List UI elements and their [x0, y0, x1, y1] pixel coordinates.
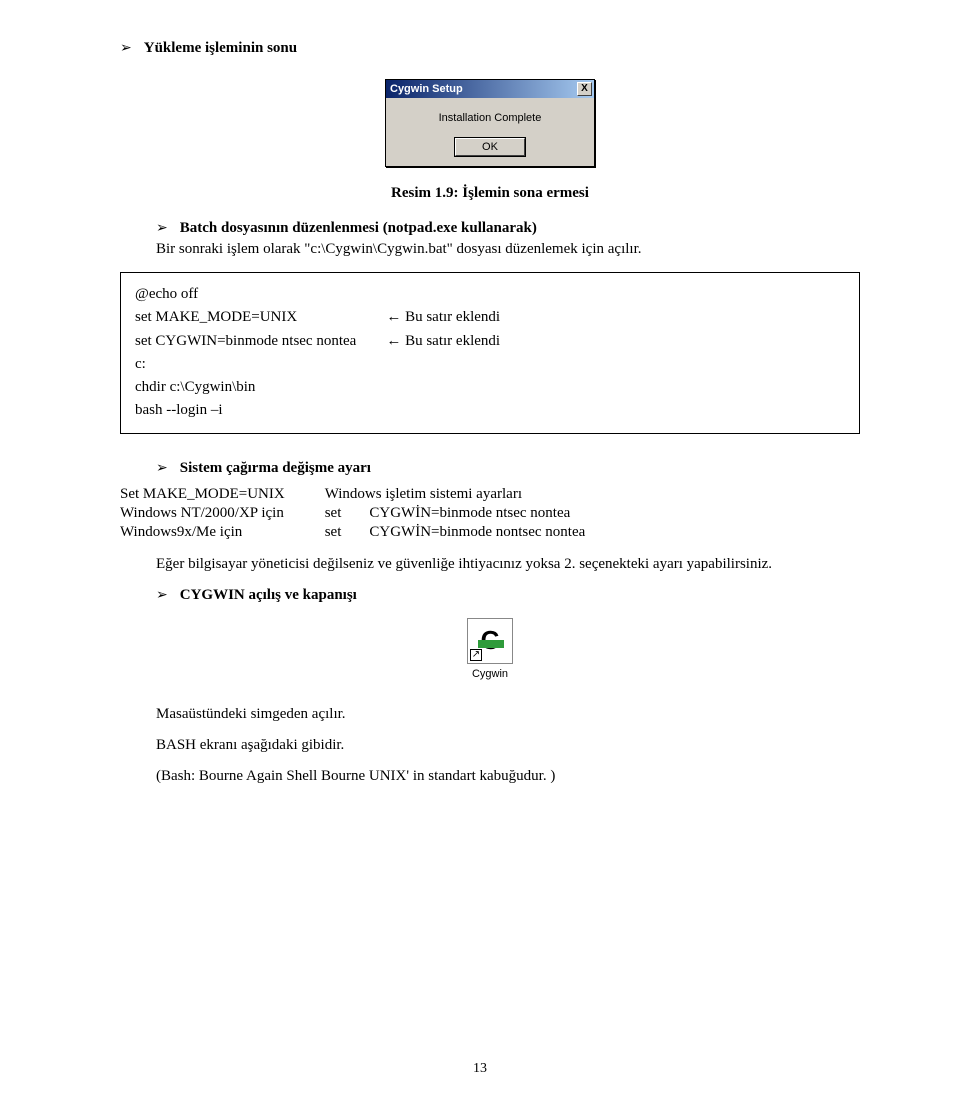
- table-row: Windows9x/Me için set CYGWİN=binmode non…: [120, 523, 593, 542]
- dialog-figure: Cygwin Setup X Installation Complete OK: [120, 79, 860, 167]
- def-set: set: [325, 523, 370, 542]
- table-row: Set MAKE_MODE=UNIX Windows işletim siste…: [120, 485, 593, 504]
- heading-batch: ➢ Batch dosyasının düzenlenmesi (notpad.…: [156, 220, 860, 237]
- desktop-line: Masaüstündeki simgeden açılır.: [156, 706, 860, 723]
- bullet-arrow-icon: ➢: [156, 587, 168, 604]
- page-number: 13: [0, 1061, 960, 1077]
- heading-open-close: ➢ CYGWIN açılış ve kapanışı: [156, 587, 860, 604]
- code-note: ← Bu satır eklendi: [386, 330, 500, 353]
- dialog-message: Installation Complete: [394, 112, 586, 124]
- table-row: Windows NT/2000/XP için set CYGWİN=binmo…: [120, 504, 593, 523]
- ok-button[interactable]: OK: [455, 138, 525, 156]
- definition-table: Set MAKE_MODE=UNIX Windows işletim siste…: [120, 485, 593, 542]
- code-line: c:: [135, 353, 386, 376]
- code-line: @echo off: [135, 283, 386, 306]
- heading-text: Yükleme işleminin sonu: [144, 40, 297, 57]
- bash-line: BASH ekranı aşağıdaki gibidir.: [156, 737, 860, 754]
- close-icon[interactable]: X: [577, 82, 592, 96]
- def-key: Windows9x/Me için: [120, 523, 325, 542]
- heading-yukleme: ➢ Yükleme işleminin sonu: [120, 40, 860, 57]
- bullet-arrow-icon: ➢: [156, 460, 168, 477]
- def-key: Set MAKE_MODE=UNIX: [120, 485, 325, 504]
- figure-caption: Resim 1.9: İşlemin sona ermesi: [120, 185, 860, 202]
- batch-paragraph: Bir sonraki işlem olarak "c:\Cygwin\Cygw…: [156, 241, 860, 258]
- def-key: Windows NT/2000/XP için: [120, 504, 325, 523]
- sistem-heading-text: Sistem çağırma değişme ayarı: [180, 460, 371, 477]
- dialog-titlebar: Cygwin Setup X: [386, 80, 594, 98]
- code-line: chdir c:\Cygwin\bin: [135, 376, 386, 399]
- icon-label: Cygwin: [462, 668, 518, 680]
- bullet-arrow-icon: ➢: [120, 40, 132, 57]
- open-close-heading-text: CYGWIN açılış ve kapanışı: [180, 587, 357, 604]
- cygwin-icon-figure: C ↗ Cygwin: [120, 618, 860, 680]
- shortcut-badge-icon: ↗: [470, 649, 482, 661]
- def-val: CYGWİN=binmode ntsec nontea: [369, 504, 593, 523]
- batch-heading-text: Batch dosyasının düzenlenmesi (notpad.ex…: [180, 220, 537, 237]
- cygwin-setup-dialog: Cygwin Setup X Installation Complete OK: [385, 79, 595, 167]
- dialog-title: Cygwin Setup: [390, 83, 463, 95]
- code-line: set MAKE_MODE=UNIX: [135, 306, 386, 329]
- code-box: @echo off set MAKE_MODE=UNIX ← Bu satır …: [120, 272, 860, 434]
- def-val: Windows işletim sistemi ayarları: [325, 485, 594, 504]
- def-val: CYGWİN=binmode nontsec nontea: [369, 523, 593, 542]
- code-note: ← Bu satır eklendi: [386, 306, 500, 329]
- code-line: set CYGWIN=binmode ntsec nontea: [135, 330, 386, 353]
- bash-note: (Bash: Bourne Again Shell Bourne UNIX' i…: [156, 768, 860, 785]
- cygwin-desktop-icon[interactable]: C ↗ Cygwin: [462, 618, 518, 680]
- cygwin-shortcut-icon: C ↗: [467, 618, 513, 664]
- code-line: bash --login –i: [135, 399, 386, 422]
- bullet-arrow-icon: ➢: [156, 220, 168, 237]
- heading-sistem: ➢ Sistem çağırma değişme ayarı: [156, 460, 860, 477]
- admin-paragraph: Eğer bilgisayar yöneticisi değilseniz ve…: [156, 556, 860, 573]
- def-set: set: [325, 504, 370, 523]
- dialog-body: Installation Complete OK: [386, 98, 594, 166]
